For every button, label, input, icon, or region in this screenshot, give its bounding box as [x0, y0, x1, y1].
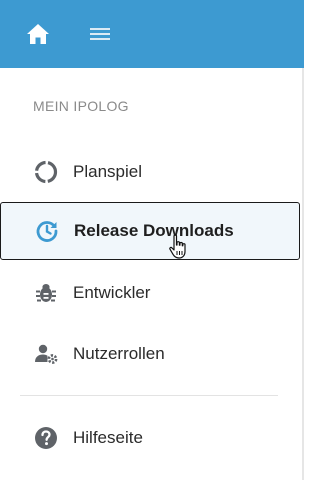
- sidebar-item-release-downloads[interactable]: Release Downloads: [0, 202, 300, 260]
- sidebar-item-nutzerrollen[interactable]: Nutzerrollen: [0, 325, 300, 383]
- hand-pointer-cursor-icon: [169, 234, 186, 259]
- home-button[interactable]: [24, 20, 52, 48]
- help-circle-icon: [33, 425, 59, 451]
- sidebar-item-entwickler[interactable]: Entwickler: [0, 264, 300, 322]
- sidebar-item-planspiel[interactable]: Planspiel: [0, 143, 300, 201]
- top-app-bar: [0, 0, 304, 68]
- sidebar-divider: [20, 395, 278, 396]
- sidebar-item-label: Nutzerrollen: [73, 344, 165, 363]
- sidebar-edge: [302, 68, 304, 480]
- sidebar-item-label: Planspiel: [73, 162, 142, 181]
- bug-icon: [33, 280, 59, 306]
- menu-button[interactable]: [86, 20, 114, 48]
- home-icon: [27, 24, 49, 44]
- history-refresh-icon: [34, 218, 60, 244]
- sidebar-section-label: MEIN IPOLOG: [33, 98, 129, 114]
- sidebar-item-label: Hilfeseite: [73, 428, 143, 447]
- sidebar-item-label: Entwickler: [73, 283, 151, 302]
- user-gear-icon: [33, 341, 59, 367]
- sidebar-item-hilfeseite[interactable]: Hilfeseite: [0, 409, 300, 467]
- hamburger-menu-icon: [90, 28, 110, 40]
- sidebar-item-label: Release Downloads: [74, 221, 234, 240]
- circle-progress-icon: [33, 159, 59, 185]
